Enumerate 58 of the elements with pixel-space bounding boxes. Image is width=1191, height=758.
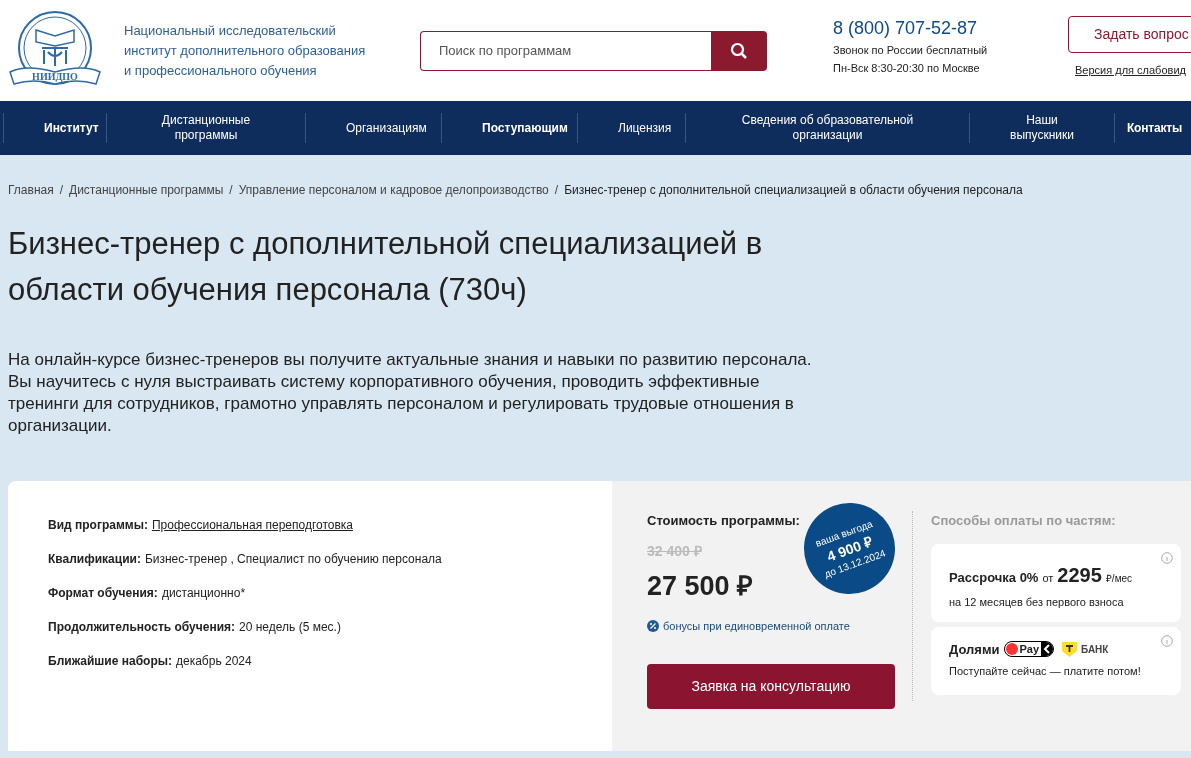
nav-item[interactable]: Лицензия xyxy=(578,120,685,136)
detail-label: Ближайшие наборы: xyxy=(48,653,172,670)
nav-item[interactable]: Дистанционные программы xyxy=(107,113,305,143)
nav-item[interactable]: Наши выпускники xyxy=(970,113,1114,143)
description-paragraph: На онлайн-курсе бизнес-тренеров вы получите актуальные знания и навыки по развитию персонала. xyxy=(8,349,813,371)
search-field[interactable]: Поиск по программам xyxy=(420,31,711,71)
breadcrumb[interactable]: Бизнес-тренер с дополнительной специализацией в области обучения персонала xyxy=(564,181,1023,199)
search-icon xyxy=(730,42,748,60)
accessibility-link[interactable]: Версия для слабовид xyxy=(1075,62,1186,79)
installment-amount: 2295 xyxy=(1057,562,1102,588)
payment-note: Поступайте сейчас — платите потом! xyxy=(949,664,1142,679)
installment-title: Рассрочка 0% xyxy=(949,568,1039,587)
current-price: 27 500 ₽ xyxy=(647,569,754,603)
breadcrumb[interactable]: Дистанционные программы xyxy=(69,181,224,199)
consultation-button[interactable]: Заявка на консультацию xyxy=(647,663,895,709)
payment-note: на 12 месяцев без первого взноса xyxy=(949,594,1125,610)
detail-label: Продолжительность обучения: xyxy=(48,619,236,636)
installment-unit: ₽/мес xyxy=(1105,571,1133,586)
bonus-link[interactable]: бонусы при единовременной оплате xyxy=(663,618,850,635)
logo-text: НИИДПО xyxy=(32,70,78,82)
nav-item[interactable]: Институт xyxy=(4,120,106,136)
breadcrumb-separator: / xyxy=(59,182,64,199)
price-heading: Стоимость программы: xyxy=(647,512,800,530)
institute-name: Национальный исследовательский институт дополнительного образования и профессионального обучения xyxy=(124,21,367,80)
bank-shield-icon xyxy=(1062,641,1078,657)
phone-number[interactable]: 8 (800) 707-52-87 xyxy=(833,16,988,40)
info-icon xyxy=(1161,634,1173,647)
detail-label: Вид программы: xyxy=(48,517,148,534)
phone-note: Звонок по России бесплатный xyxy=(833,43,988,58)
nav-item[interactable]: Организациям xyxy=(306,120,441,136)
nav-item[interactable]: Сведения об образовательной организации xyxy=(686,113,969,143)
breadcrumb[interactable]: Главная xyxy=(8,181,54,199)
breadcrumb[interactable]: Управление персоналом и кадровое делопроизводство xyxy=(238,181,549,199)
nav-item[interactable]: Контакты xyxy=(1115,120,1191,136)
detail-label: Квалификации: xyxy=(48,551,141,568)
chevron-icon xyxy=(1041,642,1054,657)
breadcrumb-separator: / xyxy=(229,182,233,199)
detail-value: декабрь 2024 xyxy=(175,653,252,670)
info-icon xyxy=(1161,551,1173,564)
search-button[interactable] xyxy=(711,31,767,71)
detail-value: дистанционно* xyxy=(161,585,246,602)
ask-question-button[interactable]: Задать вопрос xyxy=(1068,16,1191,53)
detail-value: 20 недель (5 мес.) xyxy=(239,619,341,636)
page-title: Бизнес-тренер с дополнительной специализацией в области обучения персонала (730ч) xyxy=(7,225,764,309)
coin-icon xyxy=(1005,643,1018,656)
detail-label: Формат обучения: xyxy=(48,585,158,602)
percent-icon xyxy=(647,620,659,633)
phone-note: Пн-Вск 8:30-20:30 по Москве xyxy=(833,61,981,76)
installments-heading: Способы оплаты по частям: xyxy=(931,512,1117,530)
nav-item[interactable]: Поступающим xyxy=(442,120,577,136)
installment-from: от xyxy=(1042,570,1054,586)
pay-badge: Pay xyxy=(1003,641,1055,658)
dolyami-title: Долями xyxy=(949,640,1000,659)
breadcrumb-separator: / xyxy=(554,182,559,199)
bank-label: БАНК xyxy=(1081,642,1109,657)
description-paragraph: Вы научитесь с нуля выстраивать систему корпоративного обучения, проводить эффективные тренинги для сотрудников, грамотно управлять персоналом и регулировать трудовые отношения в организации. xyxy=(8,371,795,437)
detail-link[interactable]: Профессиональная переподготовка xyxy=(151,516,354,550)
detail-value: Бизнес-тренер , Специалист по обучению персонала xyxy=(144,551,442,568)
